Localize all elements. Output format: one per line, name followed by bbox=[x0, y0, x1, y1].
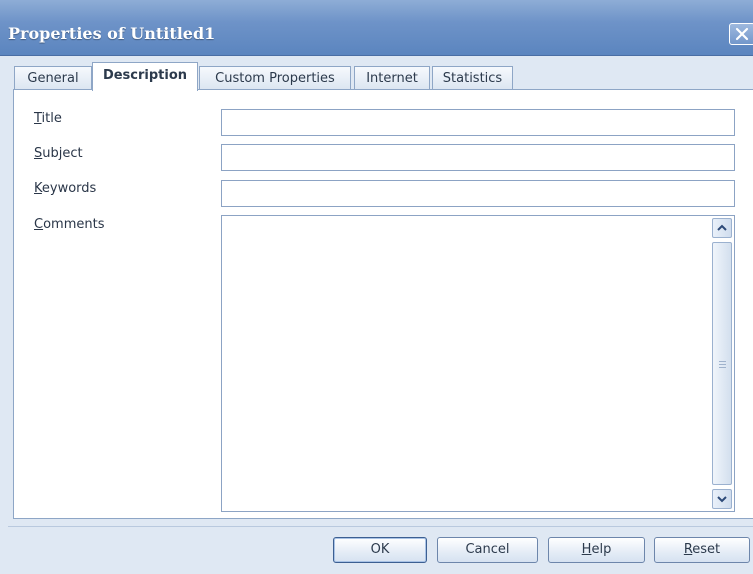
keywords-label-accel: K bbox=[34, 181, 42, 196]
scroll-down-button[interactable] bbox=[712, 489, 732, 509]
tab-general[interactable]: General bbox=[14, 66, 92, 90]
help-button-accel: H bbox=[581, 542, 592, 557]
comments-label: Comments bbox=[34, 217, 104, 232]
subject-input[interactable] bbox=[221, 144, 735, 171]
title-label-accel: T bbox=[34, 111, 42, 126]
comments-label-rest: omments bbox=[43, 217, 105, 232]
cancel-button-label: Cancel bbox=[465, 542, 510, 557]
subject-label: Subject bbox=[34, 146, 83, 161]
reset-button[interactable]: Reset bbox=[654, 537, 750, 563]
keywords-label-rest: eywords bbox=[41, 181, 97, 196]
window-title: Properties of Untitled1 bbox=[8, 24, 216, 43]
title-label-rest: itle bbox=[41, 111, 62, 126]
scroll-up-button[interactable] bbox=[712, 218, 732, 238]
close-button[interactable] bbox=[729, 23, 753, 45]
chevron-down-icon bbox=[717, 496, 727, 503]
help-button-rest: elp bbox=[591, 542, 612, 557]
grip-icon bbox=[719, 360, 726, 370]
scroll-thumb[interactable] bbox=[712, 242, 732, 485]
keywords-label: Keywords bbox=[34, 181, 96, 196]
cancel-button[interactable]: Cancel bbox=[437, 537, 538, 563]
help-button[interactable]: Help bbox=[548, 537, 645, 563]
comments-scrollbar[interactable] bbox=[712, 218, 732, 509]
tab-statistics[interactable]: Statistics bbox=[432, 66, 513, 90]
chevron-up-icon bbox=[717, 224, 727, 231]
close-icon bbox=[735, 27, 749, 41]
comments-textarea[interactable] bbox=[221, 215, 735, 512]
subject-label-rest: ubject bbox=[42, 146, 83, 161]
tab-internet[interactable]: Internet bbox=[354, 66, 430, 90]
title-input[interactable] bbox=[221, 109, 735, 136]
title-bar[interactable]: Properties of Untitled1 bbox=[0, 0, 753, 56]
description-panel: Title Subject Keywords Comments bbox=[13, 89, 753, 519]
reset-button-rest: eset bbox=[692, 542, 721, 557]
title-label: Title bbox=[34, 111, 62, 126]
keywords-input[interactable] bbox=[221, 180, 735, 207]
ok-button-label: OK bbox=[370, 542, 390, 557]
button-bar: OK Cancel Help Reset bbox=[8, 526, 753, 574]
tab-description[interactable]: Description bbox=[92, 62, 198, 91]
properties-dialog: Properties of Untitled1 General Descript… bbox=[0, 0, 753, 574]
tab-strip: General Description Custom Properties In… bbox=[8, 62, 753, 91]
comments-label-accel: C bbox=[34, 217, 44, 232]
ok-button[interactable]: OK bbox=[333, 537, 427, 563]
reset-button-accel: R bbox=[683, 542, 693, 557]
tab-custom-properties[interactable]: Custom Properties bbox=[199, 66, 351, 90]
tab-custom-properties-label: Custom Properties bbox=[215, 71, 335, 86]
tab-description-label: Description bbox=[102, 68, 188, 83]
tab-internet-label: Internet bbox=[366, 71, 418, 86]
tab-general-label: General bbox=[27, 71, 79, 86]
dialog-body: General Description Custom Properties In… bbox=[8, 56, 753, 574]
tab-statistics-label: Statistics bbox=[442, 71, 503, 86]
